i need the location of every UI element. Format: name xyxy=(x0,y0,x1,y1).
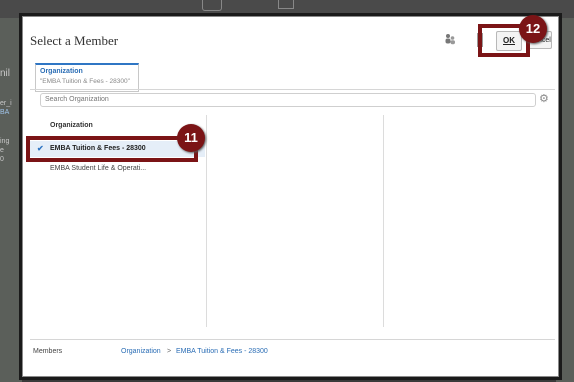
background-text: BA xyxy=(0,109,10,116)
breadcrumb-item[interactable]: Organization xyxy=(121,348,161,355)
callout-badge: 12 xyxy=(519,15,547,43)
search-input[interactable]: Search Organization xyxy=(40,93,536,107)
column-divider xyxy=(206,115,207,327)
background-text: nil xyxy=(0,68,11,79)
tab-organization[interactable]: Organization "EMBA Tuition & Fees - 2830… xyxy=(35,63,139,92)
column-header: Organization xyxy=(50,122,93,129)
footer-label: Members xyxy=(33,348,63,355)
list-item-label: EMBA Student Life & Operati... xyxy=(50,165,147,172)
tab-selected-value: "EMBA Tuition & Fees - 28300" xyxy=(40,78,130,85)
background-toolbar-icon xyxy=(278,0,294,9)
gear-icon[interactable]: ⚙ xyxy=(539,94,549,105)
list-item-emba-student-life[interactable]: EMBA Student Life & Operati... xyxy=(30,161,205,177)
breadcrumb-item[interactable]: EMBA Tuition & Fees - 28300 xyxy=(176,348,268,355)
breadcrumb-separator: > xyxy=(167,348,172,355)
tab-divider xyxy=(30,89,555,90)
column-divider xyxy=(383,115,384,327)
background-toolbar-icon xyxy=(202,0,222,11)
footer-divider xyxy=(30,339,555,340)
dialog-title: Select a Member xyxy=(30,33,119,48)
background-text: ing xyxy=(0,138,10,145)
background-text: er_i xyxy=(0,100,12,107)
people-icon[interactable] xyxy=(444,33,456,45)
callout-highlight-box xyxy=(26,136,198,162)
background-left-panel: nil er_i BA ing e 0 xyxy=(0,18,22,382)
callout-badge: 11 xyxy=(177,124,205,152)
select-member-dialog: Select a Member OK Cancel Organization "… xyxy=(22,16,559,377)
background-text: 0 xyxy=(0,156,4,163)
background-text: e xyxy=(0,147,4,154)
tab-label: Organization xyxy=(40,68,83,75)
